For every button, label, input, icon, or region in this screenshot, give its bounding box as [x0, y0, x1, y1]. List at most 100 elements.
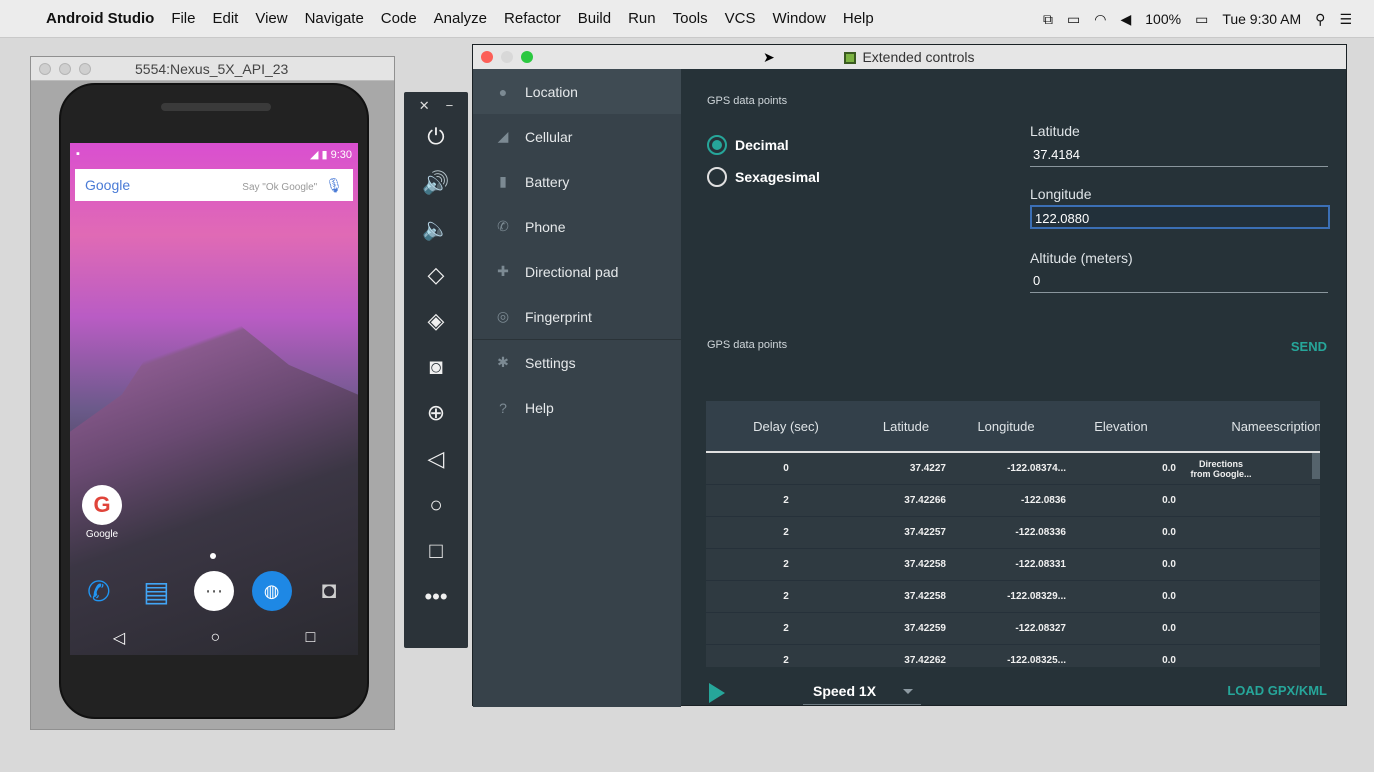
menu-window[interactable]: Window: [773, 10, 826, 27]
rotate-left-icon[interactable]: ◇: [404, 252, 468, 298]
sidebar-item-label: Settings: [525, 354, 576, 371]
spotlight-search-icon[interactable]: ⚲: [1315, 11, 1325, 28]
power-icon[interactable]: ⏻: [404, 114, 468, 160]
sidebar-item-label: Location: [525, 83, 578, 100]
emulator-zoom-button[interactable]: [79, 62, 91, 75]
sidebar-item-phone[interactable]: ✆ Phone: [473, 204, 681, 249]
screen-mirror-icon[interactable]: ⧉: [1043, 11, 1053, 28]
speed-dropdown[interactable]: Speed 1X: [803, 677, 921, 705]
menu-app-name[interactable]: Android Studio: [46, 10, 154, 27]
notification-center-icon[interactable]: ☰: [1339, 11, 1352, 28]
play-icon[interactable]: [709, 683, 725, 703]
back-icon[interactable]: ◁: [113, 628, 125, 648]
browser-app-icon[interactable]: ◍: [251, 571, 292, 611]
menu-navigate[interactable]: Navigate: [305, 10, 364, 27]
battery-icon[interactable]: ▭: [1195, 11, 1208, 28]
ext-minimize-button[interactable]: [501, 51, 513, 63]
messages-app-icon[interactable]: ▤: [136, 571, 176, 611]
recents-icon[interactable]: □: [306, 629, 316, 647]
table-scrollbar[interactable]: [1312, 453, 1320, 479]
menu-help[interactable]: Help: [843, 10, 874, 27]
table-row[interactable]: 2 37.42257 -122.08336 0.0: [706, 517, 1320, 549]
cell-delay: 2: [783, 527, 789, 538]
ext-zoom-button[interactable]: [521, 51, 533, 63]
phone-app-icon[interactable]: ✆: [79, 571, 119, 611]
latitude-input[interactable]: 37.4184: [1030, 143, 1328, 167]
longitude-input[interactable]: 122.0880: [1030, 205, 1330, 229]
gps-data-table[interactable]: Delay (sec) Latitude Longitude Elevation…: [706, 401, 1320, 667]
home-icon[interactable]: ○: [404, 482, 468, 528]
playback-bar: Speed 1X LOAD GPX/KML: [681, 675, 1347, 707]
menu-tools[interactable]: Tools: [673, 10, 708, 27]
battery-icon: ▮: [499, 173, 507, 189]
sidebar-item-directional-pad[interactable]: ✚ Directional pad: [473, 249, 681, 294]
menu-analyze[interactable]: Analyze: [434, 10, 487, 27]
airplay-icon[interactable]: ▭: [1067, 11, 1080, 28]
cell-latitude: 37.42258: [904, 591, 946, 602]
menu-edit[interactable]: Edit: [212, 10, 238, 27]
clock[interactable]: Tue 9:30 AM: [1222, 11, 1301, 27]
cell-elevation: 0.0: [1162, 495, 1176, 506]
table-row[interactable]: 0 37.4227 -122.08374... 0.0 Directions f…: [706, 453, 1320, 485]
zoom-icon[interactable]: ⊕: [404, 390, 468, 436]
home-icon[interactable]: ○: [210, 629, 220, 647]
screenshot-camera-icon[interactable]: ◙: [404, 344, 468, 390]
sidebar-item-fingerprint[interactable]: ◎ Fingerprint: [473, 294, 681, 339]
altitude-input[interactable]: 0: [1030, 269, 1328, 293]
menu-run[interactable]: Run: [628, 10, 656, 27]
menu-view[interactable]: View: [255, 10, 287, 27]
col-longitude[interactable]: Longitude: [946, 419, 1066, 434]
radio-decimal[interactable]: Decimal: [707, 135, 789, 155]
cell-elevation: 0.0: [1162, 655, 1176, 666]
col-name[interactable]: Name: [1176, 419, 1266, 434]
sidebar-item-help[interactable]: ? Help: [473, 385, 681, 430]
extended-controls-titlebar: ➤ Extended controls: [473, 45, 1346, 69]
col-latitude[interactable]: Latitude: [866, 419, 946, 434]
overview-icon[interactable]: □: [404, 528, 468, 574]
sidebar-item-settings[interactable]: ✱ Settings: [473, 340, 681, 385]
camera-app-icon[interactable]: ◘: [309, 571, 349, 611]
rotate-right-icon[interactable]: ◈: [404, 298, 468, 344]
emulator-close-button[interactable]: [39, 62, 51, 75]
google-app-icon[interactable]: G: [82, 485, 122, 525]
ext-close-button[interactable]: [481, 51, 493, 63]
phone-screen[interactable]: ▪ ◢ ▮ 9:30 Google Say "Ok Google" 🎙 G Goo…: [70, 143, 358, 655]
table-row[interactable]: 2 37.42258 -122.08329... 0.0: [706, 581, 1320, 613]
more-icon[interactable]: •••: [404, 574, 468, 620]
toolbar-close-icon[interactable]: ✕: [419, 98, 430, 114]
toolbar-minimize-icon[interactable]: −: [446, 98, 454, 114]
sidebar-item-battery[interactable]: ▮ Battery: [473, 159, 681, 204]
chevron-down-icon: [903, 689, 913, 694]
table-row[interactable]: 2 37.42259 -122.08327 0.0: [706, 613, 1320, 645]
sidebar-item-cellular[interactable]: ◢ Cellular: [473, 114, 681, 159]
app-drawer-icon[interactable]: ⋯: [193, 571, 234, 611]
volume-down-icon[interactable]: 🔈: [404, 206, 468, 252]
sidebar-item-location[interactable]: ● Location: [473, 69, 681, 114]
menu-vcs[interactable]: VCS: [725, 10, 756, 27]
table-row[interactable]: 2 37.42266 -122.0836 0.0: [706, 485, 1320, 517]
wifi-icon[interactable]: ◠: [1094, 11, 1106, 28]
volume-up-icon[interactable]: 🔊: [404, 160, 468, 206]
cell-elevation: 0.0: [1162, 463, 1176, 474]
radio-sexagesimal[interactable]: Sexagesimal: [707, 167, 820, 187]
load-gpx-kml-button[interactable]: LOAD GPX/KML: [1227, 683, 1327, 698]
col-description[interactable]: escription: [1266, 419, 1320, 434]
table-row[interactable]: 2 37.42258 -122.08331 0.0: [706, 549, 1320, 581]
cell-delay: 2: [783, 495, 789, 506]
google-search-bar[interactable]: Google Say "Ok Google" 🎙: [75, 169, 353, 201]
menu-file[interactable]: File: [171, 10, 195, 27]
emulator-minimize-button[interactable]: [59, 62, 71, 75]
table-row[interactable]: 2 37.42262 -122.08325... 0.0: [706, 645, 1320, 667]
sidebar-item-label: Battery: [525, 173, 570, 190]
col-delay[interactable]: Delay (sec): [706, 419, 866, 434]
battery-percent[interactable]: 100%: [1145, 11, 1181, 27]
volume-icon[interactable]: ◀: [1120, 11, 1131, 28]
col-elevation[interactable]: Elevation: [1066, 419, 1176, 434]
cell-longitude: -122.08374...: [1007, 463, 1066, 474]
send-button[interactable]: SEND: [1291, 339, 1327, 354]
menu-build[interactable]: Build: [578, 10, 611, 27]
microphone-icon[interactable]: 🎙: [325, 177, 343, 193]
menu-refactor[interactable]: Refactor: [504, 10, 561, 27]
back-icon[interactable]: ◁: [404, 436, 468, 482]
menu-code[interactable]: Code: [381, 10, 417, 27]
